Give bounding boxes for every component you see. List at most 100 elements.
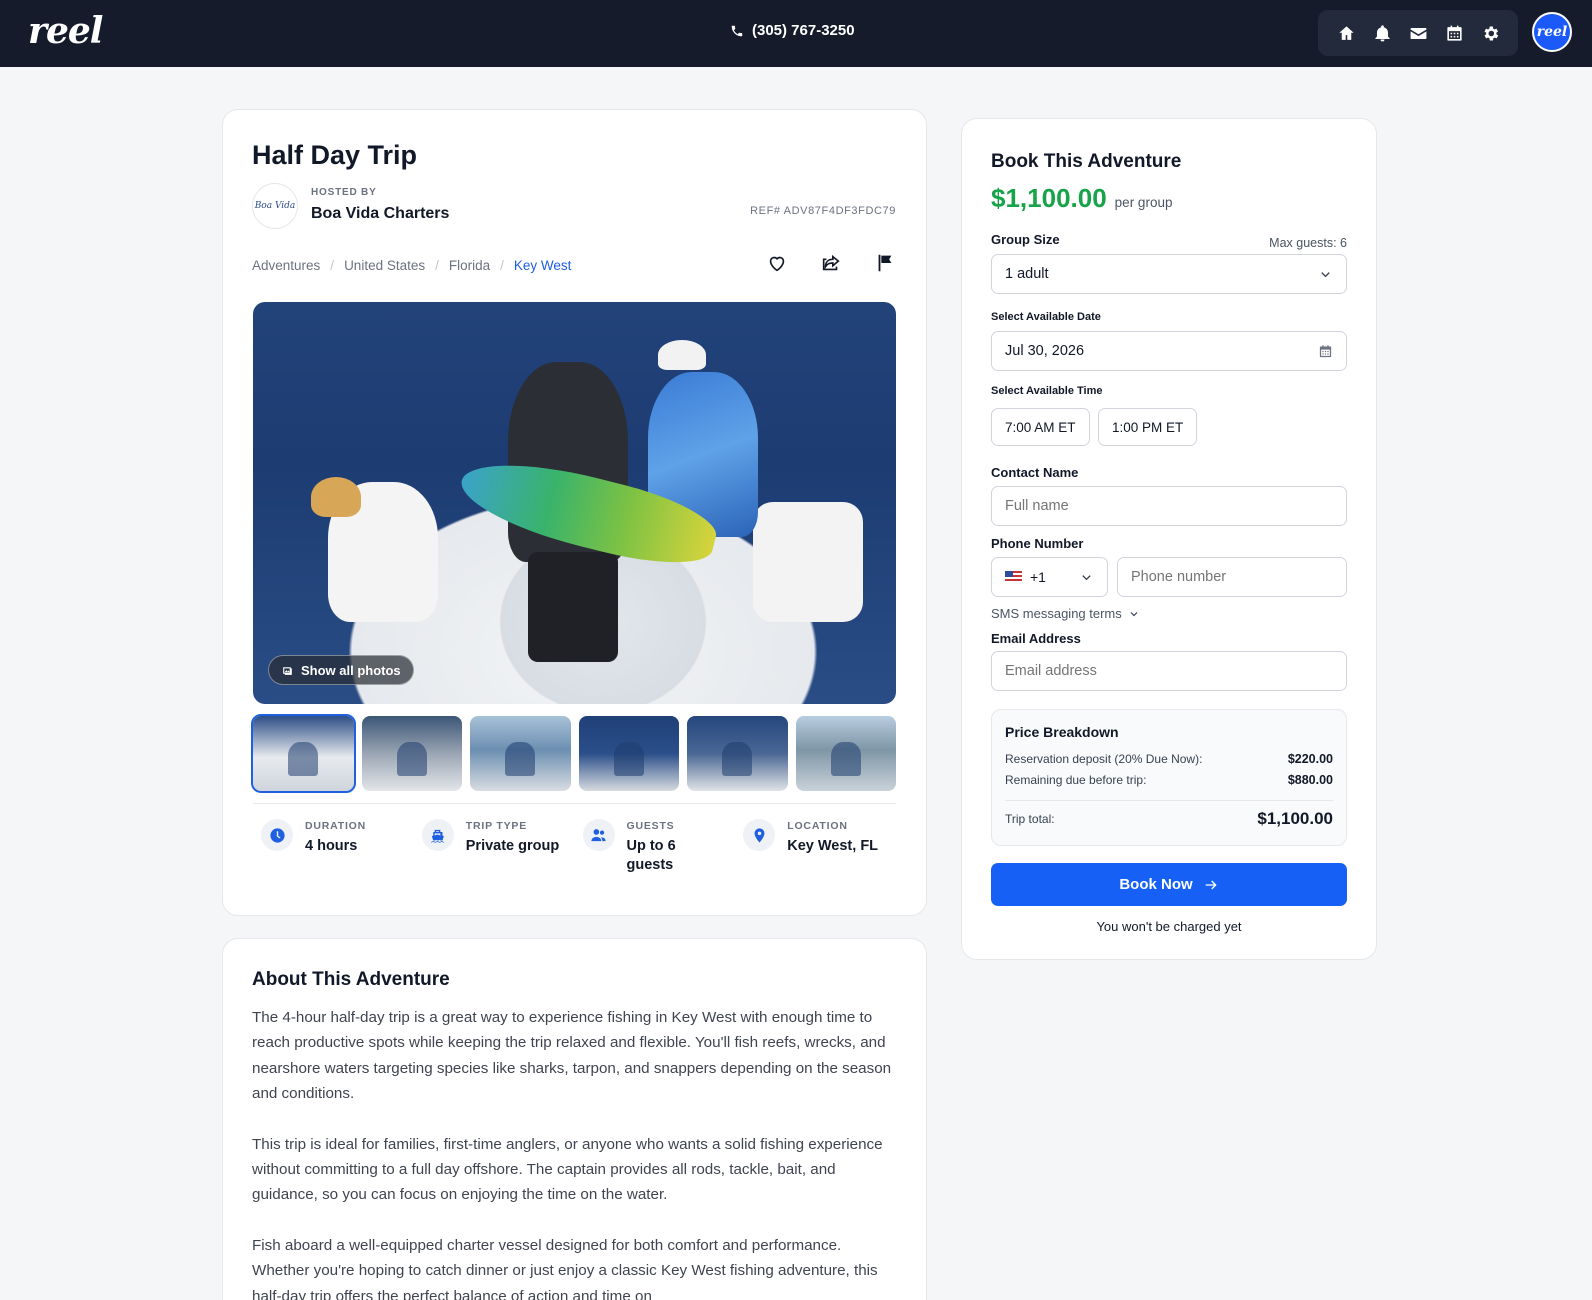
stat-location: LOCATION Key West, FL <box>735 819 896 875</box>
chevron-down-icon <box>1082 574 1091 580</box>
price-breakdown: Price Breakdown Reservation deposit (20%… <box>991 709 1347 846</box>
total-value: $1,100.00 <box>1257 809 1333 828</box>
about-paragraph: Fish aboard a well-equipped charter vess… <box>252 1236 878 1300</box>
header-nav <box>1318 10 1518 56</box>
country-code-select[interactable]: +1 <box>991 557 1108 597</box>
stat-label: LOCATION <box>787 820 848 832</box>
top-bar: reel (305) 767-3250 reel <box>0 0 1592 67</box>
cap <box>658 340 706 370</box>
boat-icon <box>421 819 454 851</box>
breadcrumb: Adventures / United States / Florida / K… <box>252 258 571 273</box>
us-flag-icon <box>1005 571 1022 583</box>
stat-label: GUESTS <box>626 820 675 832</box>
calendar-icon[interactable] <box>1441 20 1467 46</box>
group-size-select[interactable]: 1 adult <box>991 254 1347 294</box>
users-icon <box>582 819 615 851</box>
stat-value: 4 hours <box>305 838 358 854</box>
map-pin-icon <box>743 819 776 851</box>
max-guests: Max guests: 6 <box>1269 236 1347 250</box>
hero-photo[interactable]: Show all photos <box>253 302 896 704</box>
page-title: Half Day Trip <box>252 140 418 170</box>
contact-name-label: Contact Name <box>991 465 1079 480</box>
phone-input[interactable] <box>1117 557 1347 597</box>
about-paragraph: This trip is ideal for families, first-t… <box>252 1135 883 1204</box>
gear-icon[interactable] <box>1477 20 1503 46</box>
stat-value: Private group <box>465 838 560 854</box>
host-logo[interactable]: Boa Vida <box>252 183 298 229</box>
calendar-icon[interactable] <box>1318 344 1333 359</box>
stat-trip-type: TRIP TYPE Private group <box>414 819 575 875</box>
thumbnail[interactable] <box>470 716 571 791</box>
group-size-value: 1 adult <box>1005 266 1049 282</box>
breadcrumb-separator: / <box>500 258 504 273</box>
reference-number: REF# ADV87F4DF3FDC79 <box>750 205 896 217</box>
trip-card: Half Day Trip Boa Vida HOSTED BY Boa Vid… <box>222 109 927 916</box>
gallery-icon <box>283 666 292 675</box>
flag-icon[interactable] <box>874 252 896 274</box>
about-paragraph: The 4-hour half-day trip is a great way … <box>252 1009 892 1103</box>
time-slot-7am[interactable]: 7:00 AM ET <box>991 408 1090 446</box>
price-unit: per group <box>1114 195 1173 210</box>
stat-value: Key West, FL <box>787 838 879 854</box>
contact-name-input[interactable] <box>991 486 1347 526</box>
avatar[interactable]: reel <box>1532 12 1572 52</box>
email-label: Email Address <box>991 631 1081 646</box>
breadcrumb-separator: / <box>435 258 439 273</box>
breadcrumb-separator: / <box>330 258 335 273</box>
book-now-button[interactable]: Book Now <box>991 863 1347 906</box>
stat-label: DURATION <box>305 820 367 832</box>
breadcrumb-adventures[interactable]: Adventures <box>252 258 320 273</box>
show-all-photos-label: Show all photos <box>301 662 401 678</box>
breadcrumb-state[interactable]: Florida <box>449 258 490 273</box>
booking-price: $1,100.00 per group <box>991 183 1172 214</box>
breadcrumb-country[interactable]: United States <box>344 258 425 273</box>
share-icon[interactable] <box>820 252 842 274</box>
stat-duration: DURATION 4 hours <box>253 819 414 875</box>
remaining-row: Remaining due before trip: $880.00 <box>1005 773 1333 787</box>
phone-label: Phone Number <box>991 536 1084 551</box>
time-label: Select Available Time <box>991 385 1103 397</box>
thumbnail[interactable] <box>687 716 788 791</box>
header-phone-number: (305) 767-3250 <box>752 22 855 39</box>
date-label: Select Available Date <box>991 311 1101 323</box>
reel-logo[interactable]: reel <box>28 10 103 52</box>
email-input[interactable] <box>991 651 1347 691</box>
booking-title: Book This Adventure <box>991 151 1182 172</box>
bell-icon[interactable] <box>1369 20 1395 46</box>
trip-actions <box>766 252 896 274</box>
deposit-row: Reservation deposit (20% Due Now): $220.… <box>1005 752 1333 766</box>
total-label: Trip total: <box>1005 812 1055 826</box>
stat-value: Up to 6 guests <box>626 838 676 873</box>
header-phone[interactable]: (305) 767-3250 <box>730 22 855 39</box>
heart-icon[interactable] <box>766 252 788 274</box>
clock-icon <box>261 819 293 851</box>
cap <box>311 477 361 517</box>
time-slot-1pm[interactable]: 1:00 PM ET <box>1098 408 1198 446</box>
about-description: The 4-hour half-day trip is a great way … <box>252 1005 892 1300</box>
thumbnail[interactable] <box>578 716 679 791</box>
home-icon[interactable] <box>1333 20 1359 46</box>
remaining-label: Remaining due before trip: <box>1005 773 1147 787</box>
trip-stats: DURATION 4 hours TRIP TYPE Private group… <box>253 819 896 875</box>
thumbnail[interactable] <box>251 714 356 793</box>
divider <box>253 803 896 804</box>
stat-guests: GUESTS Up to 6 guests <box>575 819 736 875</box>
breadcrumb-city[interactable]: Key West <box>514 258 572 273</box>
divider <box>1005 800 1333 801</box>
total-row: Trip total: $1,100.00 <box>1005 809 1333 829</box>
thumbnail[interactable] <box>361 716 462 791</box>
about-card: About This Adventure The 4-hour half-day… <box>222 938 927 1300</box>
thumbnail[interactable] <box>795 716 896 791</box>
deposit-value: $220.00 <box>1287 752 1333 766</box>
booking-card: Book This Adventure $1,100.00 per group … <box>961 118 1377 960</box>
show-all-photos-button[interactable]: Show all photos <box>268 655 414 685</box>
date-value: Jul 30, 2026 <box>1005 343 1085 359</box>
date-picker[interactable]: Jul 30, 2026 <box>991 331 1347 371</box>
sms-terms-toggle[interactable]: SMS messaging terms <box>991 606 1140 621</box>
deposit-label: Reservation deposit (20% Due Now): <box>1005 752 1203 766</box>
price-amount: $1,100.00 <box>991 183 1107 213</box>
host-name[interactable]: Boa Vida Charters <box>311 205 449 223</box>
phone-icon <box>731 25 743 36</box>
mail-icon[interactable] <box>1405 20 1431 46</box>
arrow-right-icon <box>1205 880 1217 889</box>
